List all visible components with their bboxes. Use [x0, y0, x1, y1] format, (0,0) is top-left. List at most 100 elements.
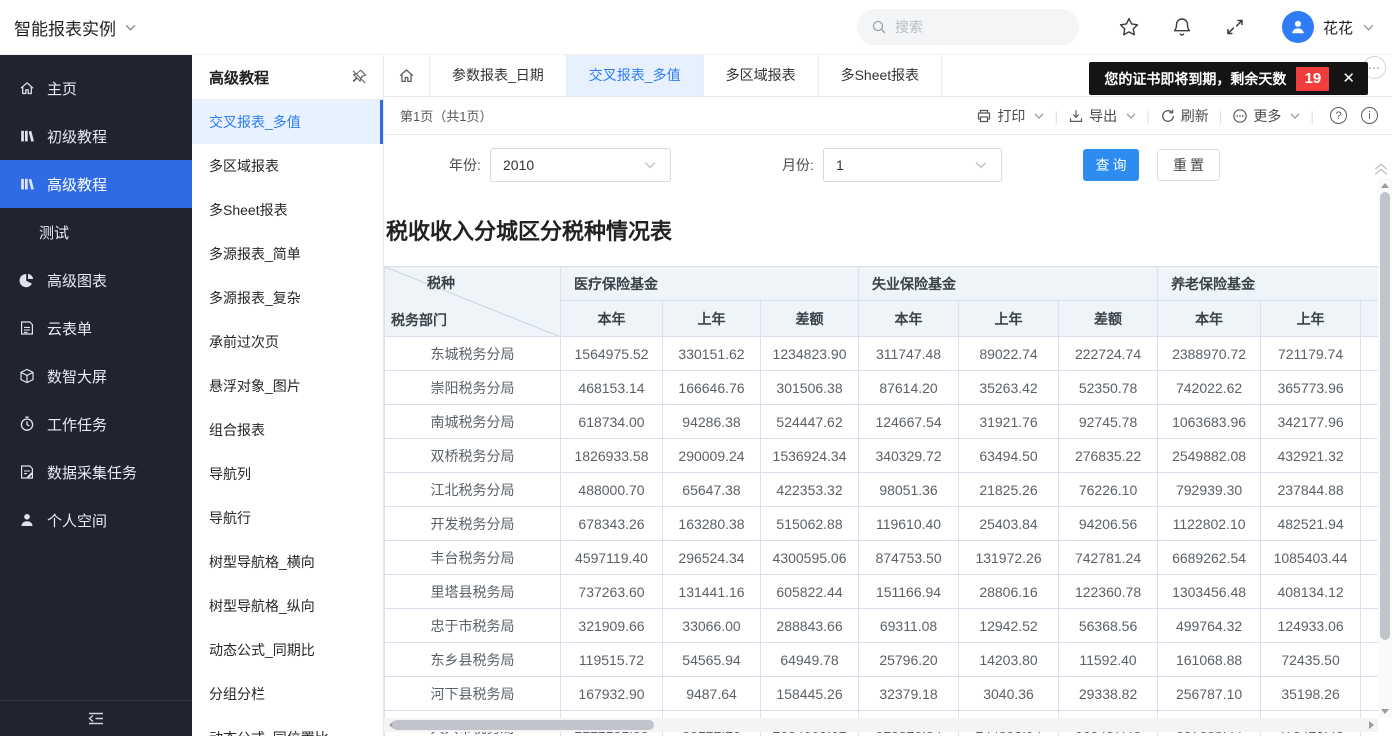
star-icon[interactable]: [1118, 16, 1140, 38]
table-row: 南城税务分局618734.0094286.38524447.62124667.5…: [385, 405, 1392, 439]
value-cell: 524447.62: [761, 405, 859, 439]
value-cell: 301506.38: [761, 371, 859, 405]
scroll-down-arrow[interactable]: [1378, 704, 1392, 718]
sidebar-item-label: 主页: [47, 78, 77, 99]
value-cell: 311747.48: [859, 337, 959, 371]
reset-button[interactable]: 重置: [1157, 149, 1220, 181]
submenu-item-3[interactable]: 多源报表_简单: [192, 232, 383, 276]
sidebar-item-1[interactable]: 初级教程: [0, 112, 192, 160]
topbar: 智能报表实例 搜索 花花: [0, 0, 1392, 55]
submenu-item-10[interactable]: 树型导航格_横向: [192, 540, 383, 584]
sidebar-item-0[interactable]: 主页: [0, 64, 192, 112]
export-button[interactable]: 导出: [1068, 106, 1136, 126]
submenu-item-label: 树型导航格_横向: [209, 552, 315, 572]
tab-home[interactable]: [384, 55, 430, 96]
submenu-item-1[interactable]: 多区域报表: [192, 144, 383, 188]
value-cell: 35198.26: [1261, 677, 1361, 711]
user-chevron-down-icon[interactable]: [1363, 24, 1374, 31]
submenu-item-8[interactable]: 导航列: [192, 452, 383, 496]
value-cell: 151166.94: [859, 575, 959, 609]
sidebar-item-9[interactable]: 个人空间: [0, 496, 192, 544]
value-cell: 89022.74: [959, 337, 1059, 371]
tab-0[interactable]: 参数报表_日期: [430, 55, 567, 96]
value-cell: 482521.94: [1261, 507, 1361, 541]
app-switcher[interactable]: 智能报表实例: [14, 15, 136, 40]
print-button[interactable]: 打印: [976, 106, 1044, 126]
vertical-scroll-thumb[interactable]: [1380, 192, 1390, 640]
tab-1[interactable]: 交叉报表_多值: [567, 55, 704, 96]
value-cell: 618734.00: [561, 405, 663, 439]
submenu-item-14[interactable]: 动态公式_同位置比: [192, 716, 383, 736]
close-icon[interactable]: ✕: [1342, 71, 1355, 86]
value-cell: 92745.78: [1059, 405, 1158, 439]
year-select[interactable]: 2010: [490, 148, 671, 182]
table-row: 东乡县税务局119515.7254565.9464949.7825796.201…: [385, 643, 1392, 677]
value-cell: 340329.72: [859, 439, 959, 473]
submenu-item-13[interactable]: 分组分栏: [192, 672, 383, 716]
fullscreen-icon[interactable]: [1224, 16, 1246, 38]
filter-row: 年份: 2010 月份: 1 查询 重置: [384, 148, 1378, 182]
days-remaining-badge: 19: [1296, 67, 1329, 91]
table-row: 里塔县税务局737263.60131441.16605822.44151166.…: [385, 575, 1392, 609]
value-cell: 32379.18: [859, 677, 959, 711]
help-icon[interactable]: ?: [1330, 107, 1347, 124]
value-cell: 119515.72: [561, 643, 663, 677]
submenu-item-7[interactable]: 组合报表: [192, 408, 383, 452]
value-cell: 1085403.44: [1261, 541, 1361, 575]
corner-label-bottom: 税务部门: [391, 310, 447, 330]
horizontal-scroll-thumb[interactable]: [392, 720, 654, 730]
year-value: 2010: [503, 157, 534, 173]
refresh-button[interactable]: 刷新: [1160, 106, 1209, 126]
user-avatar-icon: [1289, 18, 1307, 36]
tab-2[interactable]: 多区域报表: [704, 55, 819, 96]
value-cell: 296524.34: [663, 541, 761, 575]
submenu-item-5[interactable]: 承前过次页: [192, 320, 383, 364]
sidebar-item-label: 高级图表: [47, 270, 107, 291]
sidebar-item-4[interactable]: 高级图表: [0, 256, 192, 304]
submenu-item-4[interactable]: 多源报表_复杂: [192, 276, 383, 320]
sidebar-item-5[interactable]: 云表单: [0, 304, 192, 352]
value-cell: 408134.12: [1261, 575, 1361, 609]
back-to-top-icon[interactable]: [1373, 161, 1389, 177]
sidebar-item-2[interactable]: 高级教程: [0, 160, 192, 208]
more-button[interactable]: 更多: [1232, 106, 1300, 126]
horizontal-scrollbar[interactable]: [384, 718, 1378, 732]
screen-icon: [19, 368, 35, 384]
avatar[interactable]: [1282, 11, 1314, 43]
search-input[interactable]: 搜索: [857, 9, 1079, 45]
sidebar-item-7[interactable]: 工作任务: [0, 400, 192, 448]
unpin-icon[interactable]: [350, 68, 368, 86]
value-cell: 342177.96: [1261, 405, 1361, 439]
info-icon[interactable]: i: [1361, 107, 1378, 124]
app-title: 智能报表实例: [14, 15, 116, 40]
value-cell: 515062.88: [761, 507, 859, 541]
table-row: 忠于市税务局321909.6633066.00288843.6669311.08…: [385, 609, 1392, 643]
submenu-item-label: 多Sheet报表: [209, 200, 288, 220]
scroll-right-arrow[interactable]: [1364, 718, 1378, 732]
books-icon: [19, 128, 35, 144]
month-value: 1: [836, 157, 844, 173]
bell-icon[interactable]: [1171, 16, 1193, 38]
month-select[interactable]: 1: [823, 148, 1002, 182]
submenu-item-6[interactable]: 悬浮对象_图片: [192, 364, 383, 408]
vertical-scrollbar[interactable]: [1378, 178, 1392, 718]
submenu-item-11[interactable]: 树型导航格_纵向: [192, 584, 383, 628]
sidebar-item-3[interactable]: 测试: [0, 208, 192, 256]
submenu-item-label: 动态公式_同期比: [209, 640, 315, 660]
submenu-item-0[interactable]: 交叉报表_多值: [192, 100, 383, 144]
value-cell: 1122802.10: [1158, 507, 1261, 541]
sidebar-collapse-button[interactable]: [0, 700, 192, 736]
value-cell: 76226.10: [1059, 473, 1158, 507]
submenu-item-9[interactable]: 导航行: [192, 496, 383, 540]
sidebar-item-8[interactable]: 数据采集任务: [0, 448, 192, 496]
submenu-item-2[interactable]: 多Sheet报表: [192, 188, 383, 232]
query-button[interactable]: 查询: [1083, 149, 1139, 181]
value-cell: 131972.26: [959, 541, 1059, 575]
scroll-up-arrow[interactable]: [1378, 178, 1392, 192]
tab-3[interactable]: 多Sheet报表: [819, 55, 943, 96]
table-head: 税种税务部门医疗保险基金失业保险基金养老保险基金本年上年差额本年上年差额本年上年…: [385, 267, 1392, 337]
sidebar-item-6[interactable]: 数智大屏: [0, 352, 192, 400]
value-cell: 87614.20: [859, 371, 959, 405]
report-toolbar: 第1页（共1页） 打印 | 导出 | 刷新 | 更多: [384, 97, 1392, 135]
submenu-item-12[interactable]: 动态公式_同期比: [192, 628, 383, 672]
